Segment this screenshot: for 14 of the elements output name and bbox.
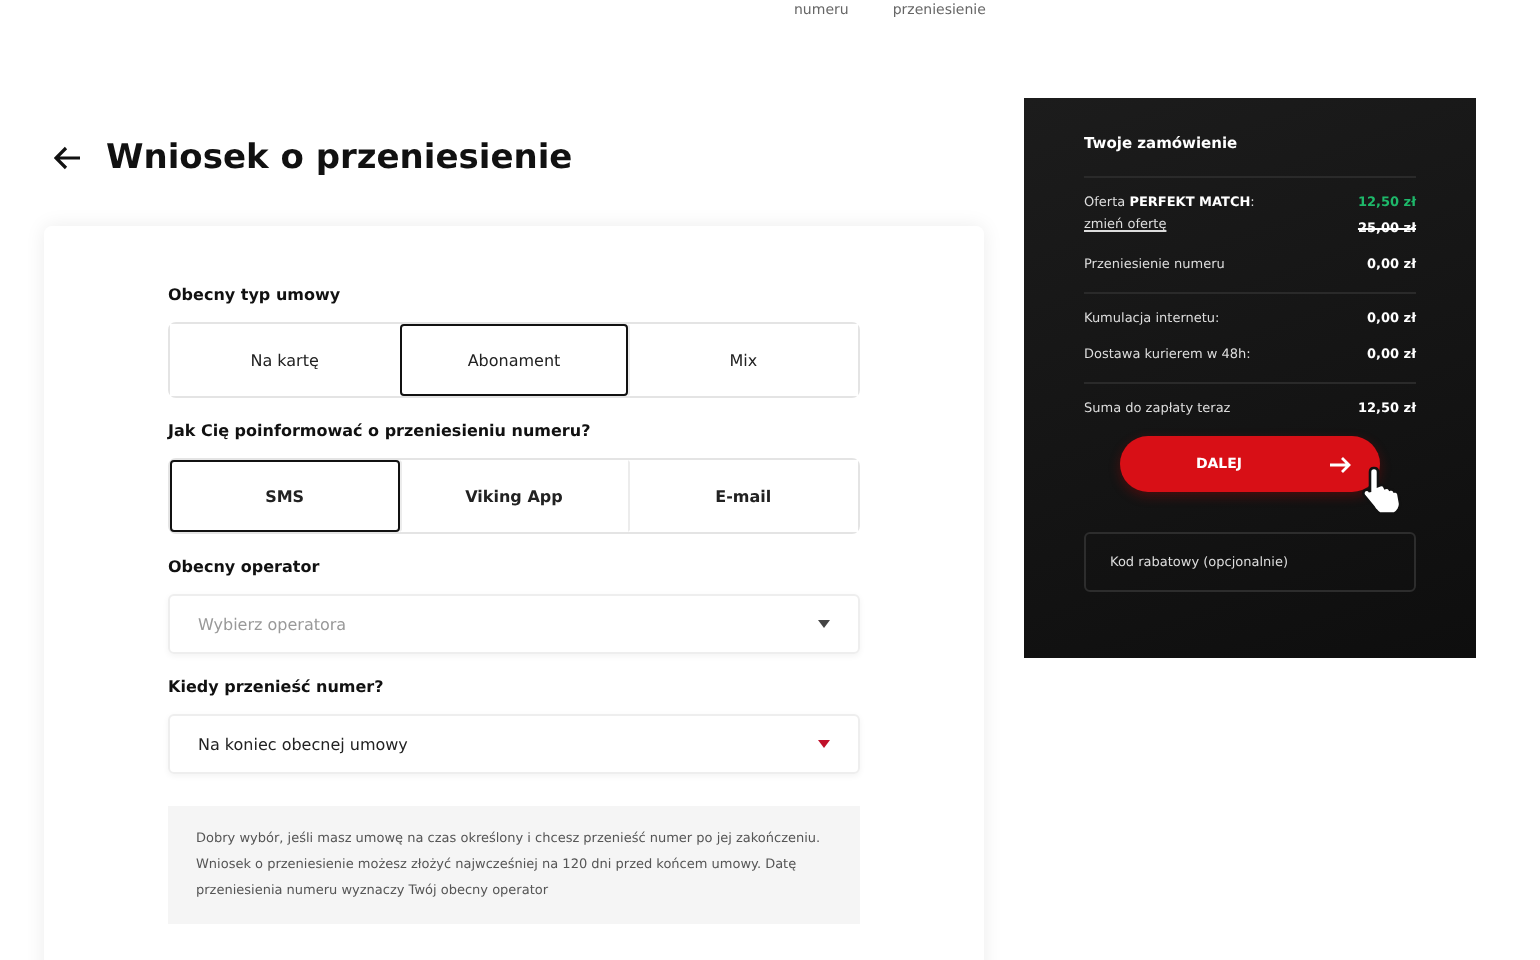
dropdown-caret-icon bbox=[818, 620, 830, 628]
arrow-right-icon bbox=[1330, 455, 1353, 473]
timing-dropdown[interactable]: Na koniec obecnej umowy bbox=[168, 714, 860, 774]
option-tile[interactable]: Abonament bbox=[399, 324, 629, 396]
page-title: Wniosek o przeniesienie bbox=[106, 138, 573, 178]
field-label: Obecny typ umowy bbox=[168, 286, 343, 304]
option-tile[interactable]: Mix bbox=[628, 324, 858, 396]
field-label: Jak Cię poinformować o przeniesieniu numeru? bbox=[168, 422, 593, 440]
field-label: Kiedy przenieść numer? bbox=[168, 678, 386, 696]
field-label: Obecny operator bbox=[168, 558, 322, 576]
option-tile[interactable]: E-mail bbox=[628, 460, 858, 532]
option-tile[interactable]: SMS bbox=[170, 460, 400, 532]
dropdown-caret-icon bbox=[818, 740, 830, 748]
back-arrow-icon[interactable] bbox=[54, 146, 82, 170]
